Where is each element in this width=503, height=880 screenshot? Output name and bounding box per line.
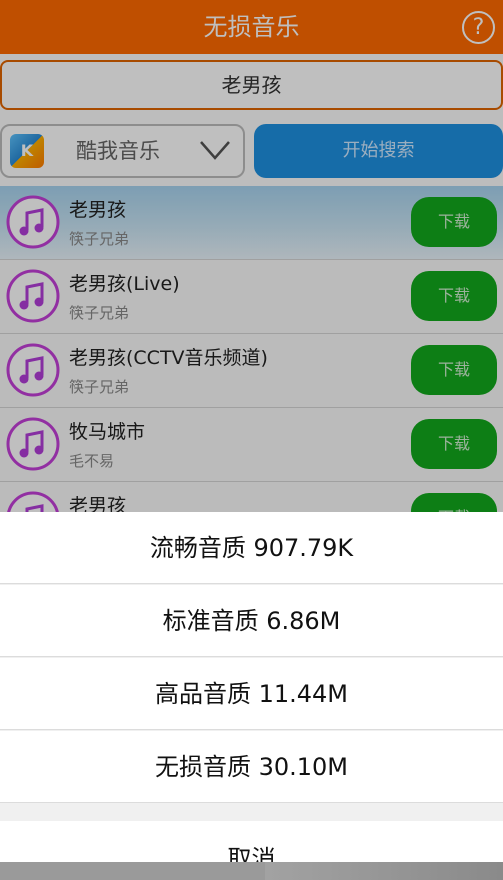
quality-option-lossless[interactable]: 无损音质 30.10M <box>0 731 503 803</box>
quality-option-high[interactable]: 高品音质 11.44M <box>0 658 503 730</box>
quality-option-standard[interactable]: 标准音质 6.86M <box>0 585 503 657</box>
quality-action-sheet: 流畅音质 907.79K 标准音质 6.86M 高品音质 11.44M 无损音质… <box>0 512 503 880</box>
quality-option-smooth[interactable]: 流畅音质 907.79K <box>0 512 503 584</box>
bottom-edge-left <box>0 862 265 880</box>
